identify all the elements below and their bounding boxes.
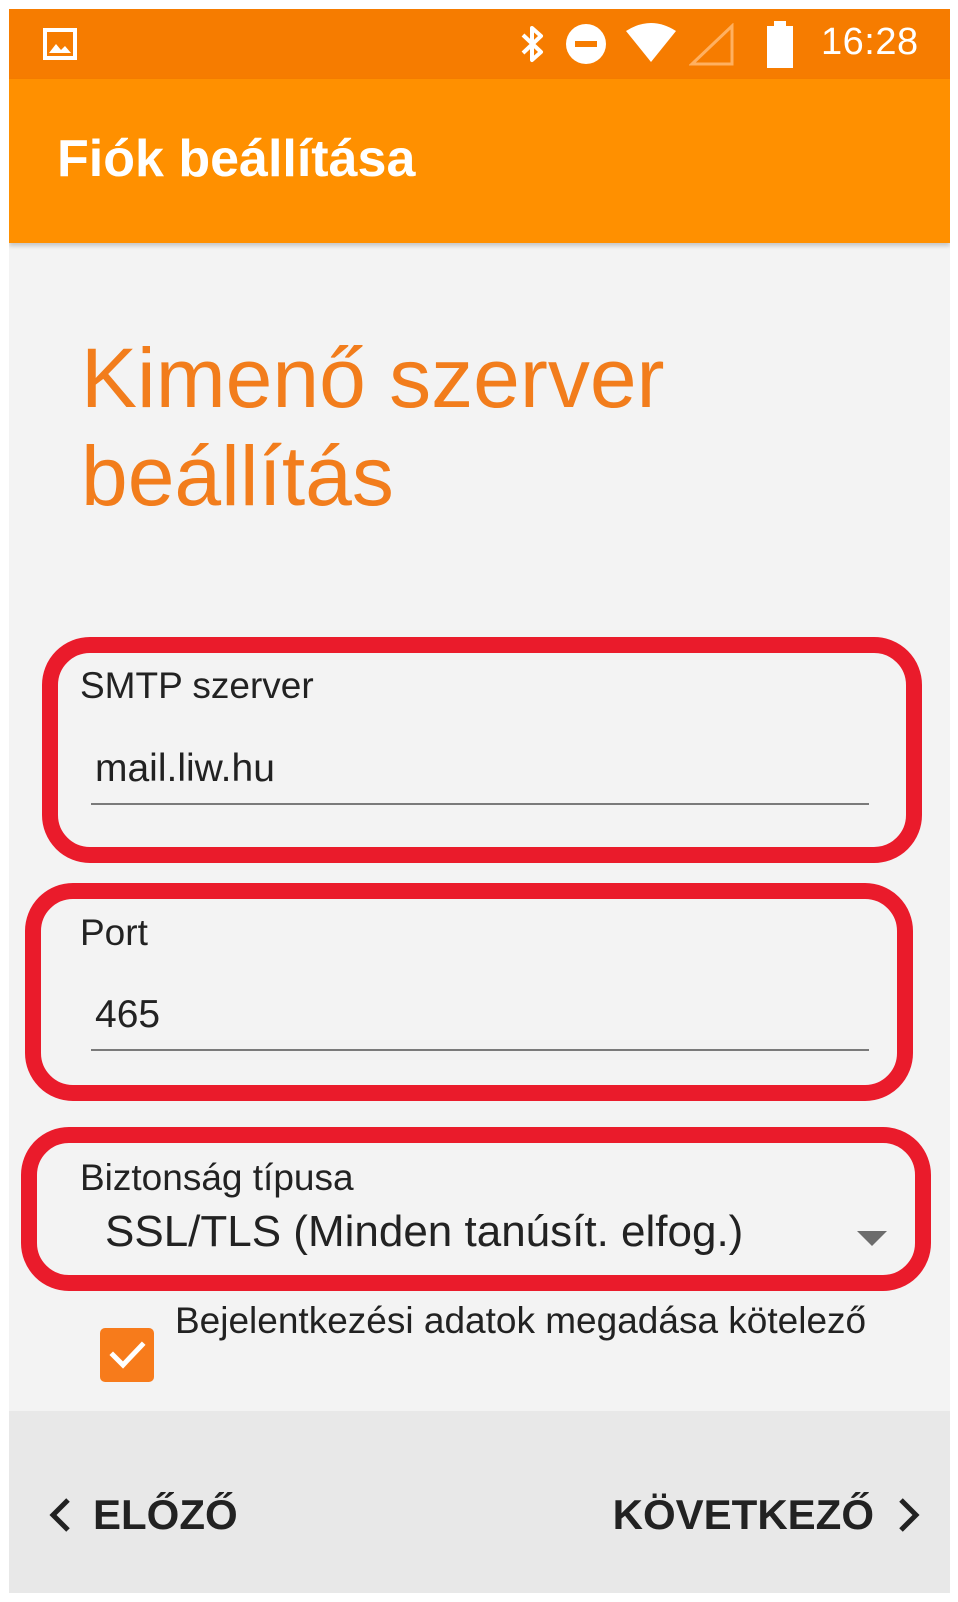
page-heading: Kimenő szerver beállítás — [81, 331, 665, 523]
app-bar: Fiók beállítása — [9, 79, 950, 243]
chevron-left-icon — [49, 1498, 70, 1532]
status-time: 16:28 — [821, 21, 919, 63]
chevron-right-icon — [899, 1498, 920, 1532]
app-bar-title: Fiók beállítása — [57, 130, 416, 188]
do-not-disturb-icon — [566, 24, 606, 64]
screen: 16:28 Fiók beállítása Kimenő szerver beá… — [9, 9, 950, 1593]
bottom-navigation: ELŐZŐ KÖVETKEZŐ — [9, 1411, 950, 1593]
next-button-label: KÖVETKEZŐ — [612, 1491, 874, 1538]
previous-button-label: ELŐZŐ — [93, 1491, 238, 1538]
highlight-port — [25, 883, 913, 1101]
login-required-checkbox[interactable] — [100, 1328, 154, 1382]
battery-icon — [767, 21, 793, 68]
highlight-security-type — [21, 1127, 931, 1291]
highlight-smtp-server — [42, 637, 922, 863]
login-required-label: Bejelentkezési adatok megadása kötelező — [175, 1300, 867, 1341]
wifi-icon — [626, 23, 676, 62]
next-button[interactable]: KÖVETKEZŐ — [613, 1491, 922, 1539]
status-bar: 16:28 — [9, 9, 950, 79]
previous-button[interactable]: ELŐZŐ — [47, 1491, 238, 1539]
checkmark-icon — [109, 1341, 146, 1369]
cell-signal-icon — [689, 23, 734, 66]
bluetooth-icon — [521, 26, 543, 62]
gallery-icon — [43, 28, 77, 60]
